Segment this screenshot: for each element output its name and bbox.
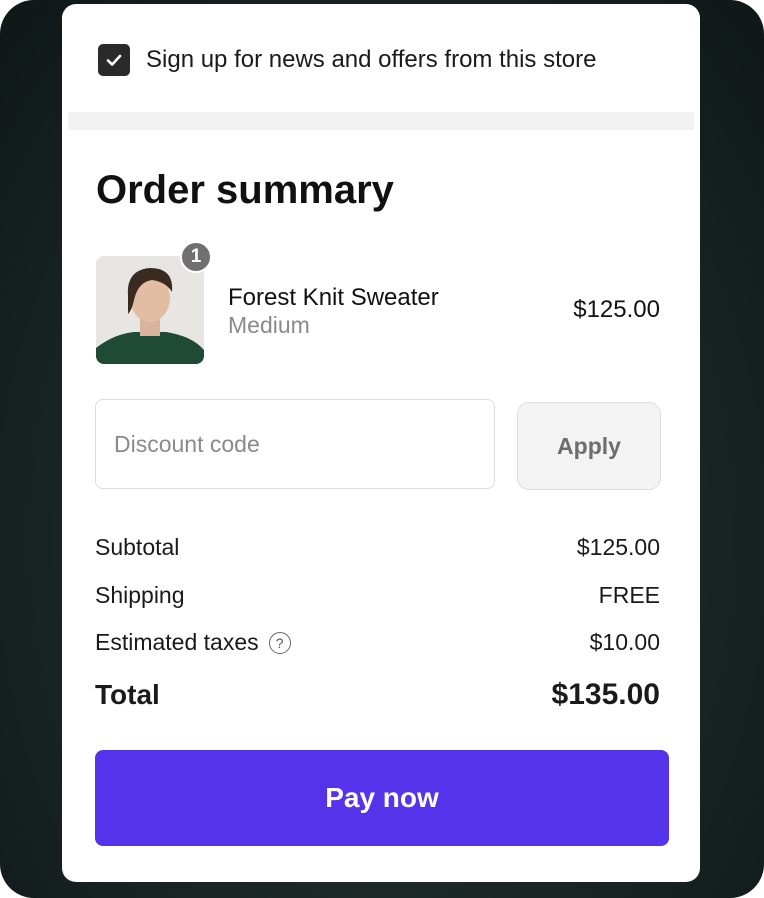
- subtotal-label: Subtotal: [95, 534, 180, 560]
- product-variant: Medium: [228, 312, 310, 338]
- shipping-value: FREE: [598, 582, 660, 608]
- pay-now-button[interactable]: Pay now: [95, 750, 669, 846]
- shipping-label: Shipping: [95, 582, 185, 608]
- newsletter-option[interactable]: Sign up for news and offers from this st…: [98, 42, 596, 78]
- taxes-label-group: Estimated taxes ?: [95, 629, 291, 656]
- device-frame: Sign up for news and offers from this st…: [0, 0, 764, 898]
- product-name: Forest Knit Sweater: [228, 284, 439, 311]
- section-divider: [68, 112, 694, 130]
- newsletter-label: Sign up for news and offers from this st…: [146, 46, 597, 73]
- shipping-row: Shipping FREE: [95, 582, 660, 609]
- apply-discount-button[interactable]: Apply: [517, 402, 661, 490]
- taxes-label: Estimated taxes: [95, 629, 259, 655]
- taxes-value: $10.00: [589, 629, 660, 655]
- total-row: Total $135.00: [95, 678, 660, 712]
- total-value: $135.00: [551, 678, 660, 711]
- order-summary-title: Order summary: [96, 168, 394, 212]
- taxes-row: Estimated taxes ? $10.00: [95, 629, 660, 656]
- subtotal-row: Subtotal $125.00: [95, 534, 660, 561]
- product-image: [96, 256, 204, 364]
- newsletter-checkbox[interactable]: [98, 44, 130, 76]
- total-label: Total: [95, 679, 160, 710]
- check-icon: [106, 54, 122, 66]
- checkout-card: Sign up for news and offers from this st…: [62, 4, 700, 882]
- subtotal-value: $125.00: [576, 534, 660, 560]
- discount-code-input[interactable]: [95, 399, 495, 489]
- help-icon[interactable]: ?: [268, 631, 291, 654]
- product-price: $125.00: [573, 296, 660, 323]
- quantity-badge: 1: [180, 241, 212, 273]
